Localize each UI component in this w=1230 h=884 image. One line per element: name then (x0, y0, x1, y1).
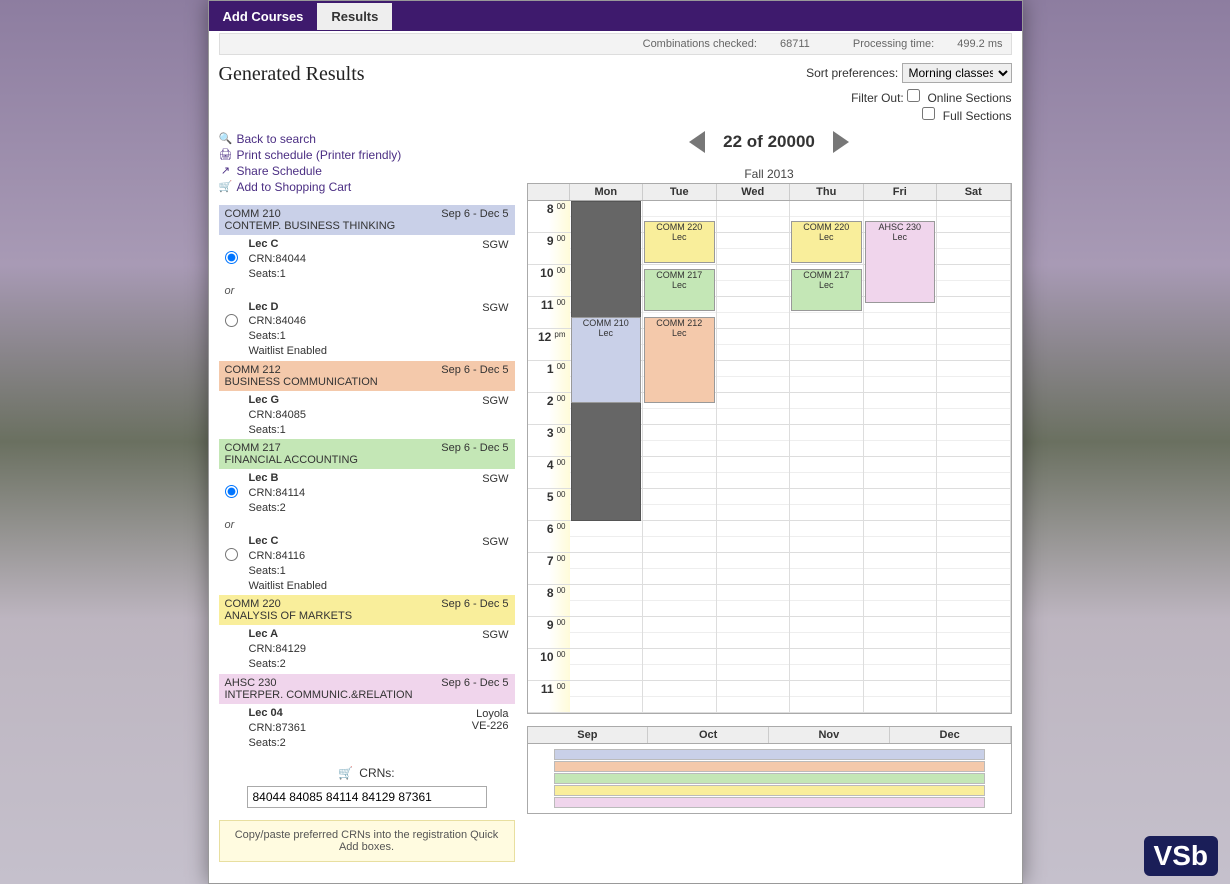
month-bar (554, 797, 985, 808)
time-label: 2 00 (528, 393, 570, 425)
section-row: Lec 04CRN:87361Seats:2LoyolaVE-226 (219, 704, 515, 753)
schedule-event[interactable]: COMM 220Lec (791, 221, 862, 263)
tabs-bar: Add Courses Results (209, 1, 1022, 31)
magnifier-icon: 🔍 (219, 132, 233, 146)
month-overview: SepOctNovDec (527, 726, 1012, 814)
day-header: Tue (643, 184, 717, 200)
crn-input[interactable] (247, 786, 487, 808)
day-header: Thu (790, 184, 864, 200)
time-label: 4 00 (528, 457, 570, 489)
month-bar (554, 761, 985, 772)
time-label: 11 00 (528, 681, 570, 713)
section-radio[interactable] (225, 314, 238, 327)
time-label: 3 00 (528, 425, 570, 457)
tab-results[interactable]: Results (317, 3, 392, 30)
month-bar (554, 749, 985, 760)
month-header: Dec (890, 727, 1011, 743)
time-label: 1 00 (528, 361, 570, 393)
sort-select[interactable]: Morning classes (902, 63, 1012, 83)
page-title: Generated Results (219, 63, 365, 86)
pager-next-icon[interactable] (833, 131, 849, 153)
section-radio[interactable] (225, 485, 238, 498)
section-row: Lec DCRN:84046Seats:1Waitlist EnabledSGW (219, 298, 515, 361)
section-row: Lec BCRN:84114Seats:2SGW (219, 469, 515, 518)
time-label: 6 00 (528, 521, 570, 553)
printer-icon: 🖨 (219, 148, 233, 162)
cart-link[interactable]: 🛒Add to Shopping Cart (219, 179, 515, 195)
time-label: 7 00 (528, 553, 570, 585)
course-header: COMM 212Sep 6 - Dec 5BUSINESS COMMUNICAT… (219, 361, 515, 391)
section-row: Lec CCRN:84116Seats:1Waitlist EnabledSGW (219, 532, 515, 595)
schedule-event[interactable]: COMM 210Lec (571, 317, 642, 403)
course-header: COMM 220Sep 6 - Dec 5ANALYSIS OF MARKETS (219, 595, 515, 625)
time-label: 5 00 (528, 489, 570, 521)
day-column: COMM 220Lec COMM 217Lec COMM 212Lec (643, 201, 717, 713)
cart-icon: 🛒 (219, 180, 233, 194)
month-header: Nov (769, 727, 890, 743)
schedule-event[interactable]: COMM 220Lec (644, 221, 715, 263)
month-bar (554, 773, 985, 784)
filter-label: Filter Out: (851, 91, 904, 105)
stats-bar: Combinations checked: 68711 Processing t… (219, 33, 1012, 55)
section-row: Lec ACRN:84129Seats:2SGW (219, 625, 515, 674)
share-icon: ↗ (219, 164, 233, 178)
schedule-event[interactable]: COMM 217Lec (791, 269, 862, 311)
day-header: Wed (717, 184, 791, 200)
day-column (717, 201, 791, 713)
day-header: Fri (864, 184, 938, 200)
course-list: COMM 210Sep 6 - Dec 5CONTEMP. BUSINESS T… (219, 205, 515, 752)
time-label: 11 00 (528, 297, 570, 329)
day-column (937, 201, 1011, 713)
time-label: 12 pm (528, 329, 570, 361)
time-label: 10 00 (528, 649, 570, 681)
filter-online-checkbox[interactable] (907, 89, 920, 102)
sort-label: Sort preferences: (806, 66, 898, 80)
back-link[interactable]: 🔍Back to search (219, 131, 515, 147)
schedule-event[interactable]: COMM 212Lec (644, 317, 715, 403)
day-header: Sat (937, 184, 1011, 200)
or-label: or (219, 519, 515, 531)
tab-add-courses[interactable]: Add Courses (209, 3, 318, 30)
time-label: 8 00 (528, 585, 570, 617)
section-row: Lec GCRN:84085Seats:1SGW (219, 391, 515, 440)
course-header: COMM 210Sep 6 - Dec 5CONTEMP. BUSINESS T… (219, 205, 515, 235)
section-radio[interactable] (225, 548, 238, 561)
time-label: 8 00 (528, 201, 570, 233)
day-column: COMM 220Lec COMM 217Lec (790, 201, 864, 713)
course-header: COMM 217Sep 6 - Dec 5FINANCIAL ACCOUNTIN… (219, 439, 515, 469)
schedule-event[interactable]: COMM 217Lec (644, 269, 715, 311)
schedule-grid: MonTueWedThuFriSat 8 009 0010 0011 0012 … (527, 183, 1012, 714)
month-header: Oct (648, 727, 769, 743)
print-link[interactable]: 🖨Print schedule (Printer friendly) (219, 147, 515, 163)
filter-full-checkbox[interactable] (922, 107, 935, 120)
time-label: 10 00 (528, 265, 570, 297)
cart-icon: 🛒 (338, 766, 353, 780)
time-label: 9 00 (528, 233, 570, 265)
schedule-event[interactable]: AHSC 230Lec (865, 221, 936, 303)
month-bar (554, 785, 985, 796)
watermark: VSb (1144, 836, 1218, 876)
day-column: AHSC 230Lec (864, 201, 938, 713)
time-label: 9 00 (528, 617, 570, 649)
pager-prev-icon[interactable] (689, 131, 705, 153)
day-column: COMM 210Lec (570, 201, 644, 713)
course-header: AHSC 230Sep 6 - Dec 5INTERPER. COMMUNIC.… (219, 674, 515, 704)
day-header: Mon (570, 184, 644, 200)
month-header: Sep (528, 727, 649, 743)
filter-full-label: Full Sections (943, 109, 1012, 123)
tip-box: Copy/paste preferred CRNs into the regis… (219, 820, 515, 862)
term-label: Fall 2013 (527, 167, 1012, 181)
or-label: or (219, 285, 515, 297)
share-link[interactable]: ↗Share Schedule (219, 163, 515, 179)
pager-text: 22 of 20000 (723, 132, 815, 152)
section-row: Lec CCRN:84044Seats:1SGW (219, 235, 515, 284)
crn-label: 🛒 CRNs: (338, 766, 394, 780)
filter-online-label: Online Sections (927, 91, 1011, 105)
section-radio[interactable] (225, 251, 238, 264)
